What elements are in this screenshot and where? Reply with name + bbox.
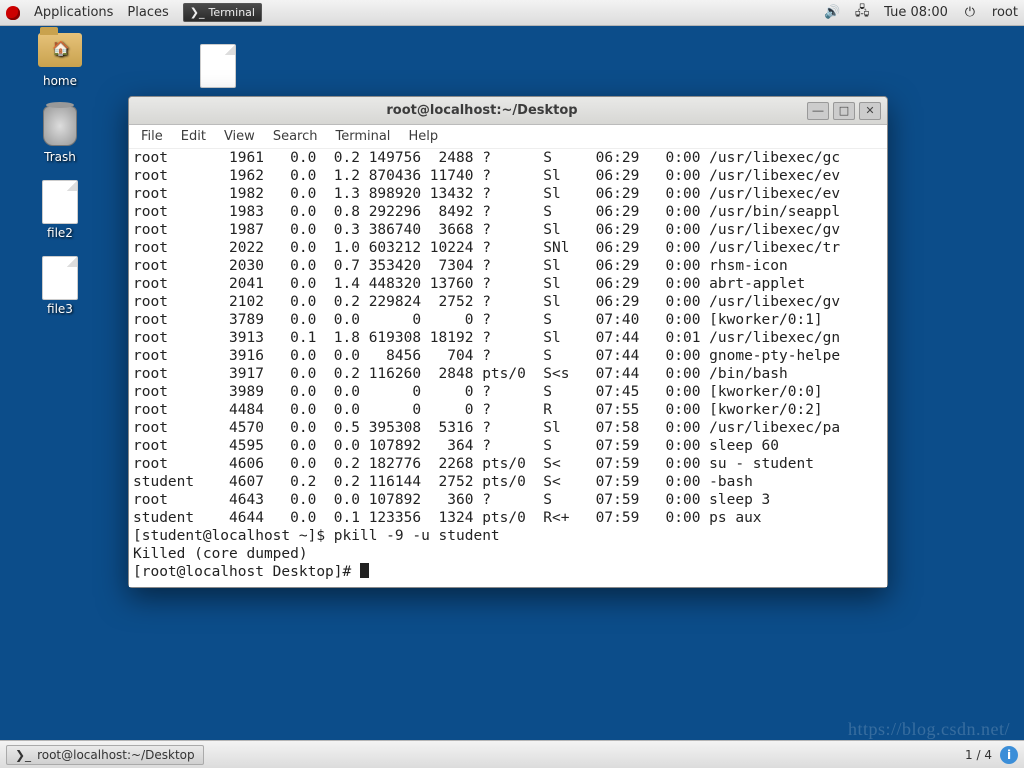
terminal-output[interactable]: root 1961 0.0 0.2 149756 2488 ? S 06:29 … [129,149,887,587]
terminal-window: root@localhost:~/Desktop ― □ ✕ File Edit… [128,96,888,588]
titlebar[interactable]: root@localhost:~/Desktop ― □ ✕ [129,97,887,125]
terminal-icon: ❯_ [190,6,205,19]
volume-icon[interactable]: 🔊 [824,5,840,21]
clock[interactable]: Tue 08:00 [884,5,948,20]
window-title: root@localhost:~/Desktop [157,103,807,118]
user-menu[interactable]: root [992,5,1018,20]
menu-file[interactable]: File [141,129,163,144]
panel-task-label: Terminal [208,6,255,19]
menu-search[interactable]: Search [273,129,318,144]
power-icon[interactable]: ⏻ [962,5,978,21]
applications-menu[interactable]: Applications [34,5,113,20]
cursor [360,563,369,578]
file-icon [42,180,78,224]
maximize-button[interactable]: □ [833,102,855,120]
trash-icon [43,106,77,146]
desktop: home Trash file2 file3 [20,30,100,316]
menu-view[interactable]: View [224,129,255,144]
menu-terminal[interactable]: Terminal [335,129,390,144]
icon-label: Trash [44,150,76,164]
distro-icon [6,6,20,20]
taskbar-entry-label: root@localhost:~/Desktop [37,748,195,762]
minimize-button[interactable]: ― [807,102,829,120]
terminal-icon: ❯_ [15,748,31,762]
desktop-icon-file3[interactable]: file3 [20,258,100,316]
close-button[interactable]: ✕ [859,102,881,120]
desktop-icon-home[interactable]: home [20,30,100,88]
menu-edit[interactable]: Edit [181,129,206,144]
desktop-icon-untitled[interactable] [200,44,236,88]
icon-label: home [43,74,77,88]
file-icon [42,256,78,300]
desktop-icon-file2[interactable]: file2 [20,182,100,240]
watermark: https://blog.csdn.net/ [848,719,1010,740]
desktop-icon-trash[interactable]: Trash [20,106,100,164]
bottom-panel: ❯_ root@localhost:~/Desktop 1 / 4 i [0,740,1024,768]
icon-label: file3 [47,302,73,316]
panel-task-terminal[interactable]: ❯_ Terminal [183,3,262,22]
places-menu[interactable]: Places [127,5,168,20]
icon-label: file2 [47,226,73,240]
workspace-pager[interactable]: 1 / 4 [965,748,992,762]
taskbar-entry[interactable]: ❯_ root@localhost:~/Desktop [6,745,204,765]
folder-icon [38,33,82,67]
top-panel: Applications Places ❯_ Terminal 🔊 🖧 Tue … [0,0,1024,26]
network-icon[interactable]: 🖧 [854,5,870,21]
menubar: File Edit View Search Terminal Help [129,125,887,149]
menu-help[interactable]: Help [408,129,438,144]
file-icon [200,44,236,88]
info-icon[interactable]: i [1000,746,1018,764]
